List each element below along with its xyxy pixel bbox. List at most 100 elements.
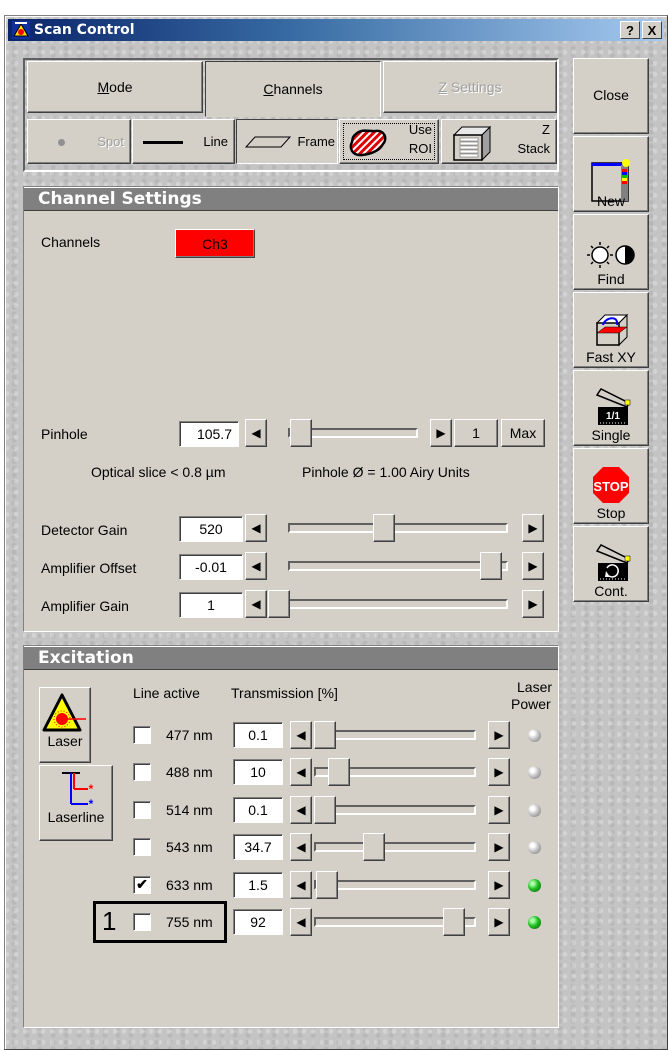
new-label: New [596,193,625,209]
transmission-field[interactable]: 10 [233,759,283,785]
use-roi-button[interactable]: Use ROI [339,119,439,164]
channel-ch3-label: Ch3 [202,236,228,252]
transmission-decrease-button[interactable]: ◀ [290,796,312,824]
transmission-slider-thumb[interactable] [316,871,339,899]
frame-label: Frame [297,134,335,149]
window-close-button[interactable]: X [642,21,662,39]
amplifier-gain-slider-thumb[interactable] [268,590,290,618]
amplifier-offset-slider-track[interactable] [288,561,508,571]
transmission-decrease-button[interactable]: ◀ [290,758,312,786]
transmission-increase-button[interactable]: ▶ [488,871,510,899]
transmission-field[interactable]: 0.1 [233,722,283,748]
arrow-right-icon: ▶ [494,915,504,929]
roi-icon [349,129,387,157]
amplifier-gain-field[interactable]: 1 [179,592,243,618]
transmission-field[interactable]: 92 [233,909,283,935]
laserline-button-label: Laserline [47,809,105,825]
spot-button[interactable]: Spot [27,119,131,164]
transmission-slider-track[interactable] [314,805,476,815]
transmission-slider-thumb[interactable] [362,833,385,861]
find-button[interactable]: Find [573,214,649,290]
laser-button[interactable]: Laser [39,687,91,763]
transmission-slider-thumb[interactable] [328,758,350,786]
z-stack-label-1: Z [542,122,550,137]
use-roi-label-2: ROI [408,141,432,156]
tab-channels[interactable]: Channels [205,61,381,117]
pinhole-airy-units-text: Pinhole Ø = 1.00 Airy Units [302,464,470,480]
fast-xy-button[interactable]: Fast XY [573,292,649,368]
continuous-scan-icon [595,544,631,581]
transmission-decrease-button[interactable]: ◀ [290,721,312,749]
help-button[interactable]: ? [620,21,640,39]
amplifier-gain-slider-track[interactable] [268,599,508,609]
amplifier-gain-label: Amplifier Gain [41,598,129,614]
transmission-slider-track[interactable] [314,730,476,740]
pinhole-value-field[interactable]: 105.7 [179,421,239,447]
tab-mode-accel: M [97,79,110,95]
transmission-slider-thumb[interactable] [442,908,465,936]
continuous-button[interactable]: Cont. [573,526,649,602]
transmission-increase-button[interactable]: ▶ [488,721,510,749]
amplifier-offset-slider-thumb[interactable] [480,552,503,580]
line-active-checkbox[interactable] [133,838,151,856]
new-button[interactable]: New [573,136,649,212]
line-active-checkbox[interactable] [133,801,151,819]
laserline-icon: * * [62,772,94,811]
line-button[interactable]: Line [132,119,235,164]
detector-gain-decrease-button[interactable]: ◀ [245,514,267,542]
svg-text:1/1: 1/1 [606,411,620,422]
detector-gain-increase-button[interactable]: ▶ [522,514,544,542]
pinhole-decrease-button[interactable]: ◀ [245,419,267,447]
detector-gain-slider-thumb[interactable] [373,514,396,542]
laserline-button[interactable]: * * Laserline [39,765,113,841]
amplifier-offset-field[interactable]: -0.01 [179,554,243,580]
transmission-slider-thumb[interactable] [314,721,336,749]
transmission-field[interactable]: 1.5 [233,872,283,898]
detector-gain-field[interactable]: 520 [179,516,243,542]
amplifier-gain-increase-button[interactable]: ▶ [522,590,544,618]
laser-power-indicator [528,879,541,892]
z-stack-button[interactable]: Z Stack [441,119,557,164]
single-button[interactable]: 1/1 Single [573,370,649,446]
transmission-increase-button[interactable]: ▶ [488,796,510,824]
transmission-slider-track[interactable] [314,880,476,890]
tab-z-settings[interactable]: Z Settings [383,61,557,113]
wavelength-label: 543 nm [166,839,213,855]
tab-mode-rest: ode [109,79,133,95]
line-active-checkbox[interactable] [133,763,151,781]
transmission-increase-button[interactable]: ▶ [488,758,510,786]
transmission-decrease-button[interactable]: ◀ [290,871,312,899]
amplifier-offset-decrease-button[interactable]: ◀ [245,552,267,580]
arrow-left-icon: ◀ [251,426,261,440]
transmission-decrease-button[interactable]: ◀ [290,908,312,936]
laser-power-indicator [528,729,541,742]
laser-power-header-1: Laser [517,679,553,695]
transmission-decrease-button[interactable]: ◀ [290,833,312,861]
pinhole-max-button[interactable]: Max [501,419,545,447]
transmission-field[interactable]: 0.1 [233,797,283,823]
pinhole-slider-thumb[interactable] [290,419,313,447]
transmission-slider-track[interactable] [314,842,476,852]
laser-button-label: Laser [47,733,83,749]
frame-button[interactable]: Frame [236,119,338,164]
amplifier-offset-increase-button[interactable]: ▶ [522,552,544,580]
single-scan-icon: 1/1 [595,388,631,425]
line-active-checkbox[interactable]: ✔ [133,876,151,894]
pinhole-increase-button[interactable]: ▶ [430,419,452,447]
tab-mode[interactable]: Mode [27,61,203,113]
pinhole-airy-one-button[interactable]: 1 [454,419,498,447]
stop-button[interactable]: STOP Stop [573,448,649,524]
detector-gain-slider-track[interactable] [288,523,508,533]
line-icon [143,141,183,144]
use-roi-label-1: Use [408,122,432,137]
transmission-increase-button[interactable]: ▶ [488,908,510,936]
pinhole-label: Pinhole [41,426,88,442]
close-button[interactable]: Close [573,58,649,134]
amplifier-gain-decrease-button[interactable]: ◀ [245,590,267,618]
transmission-field[interactable]: 34.7 [233,834,283,860]
transmission-increase-button[interactable]: ▶ [488,833,510,861]
channel-ch3-button[interactable]: Ch3 [175,229,255,258]
excitation-header: Excitation [24,646,558,670]
line-active-checkbox[interactable] [133,726,151,744]
transmission-slider-thumb[interactable] [314,796,336,824]
